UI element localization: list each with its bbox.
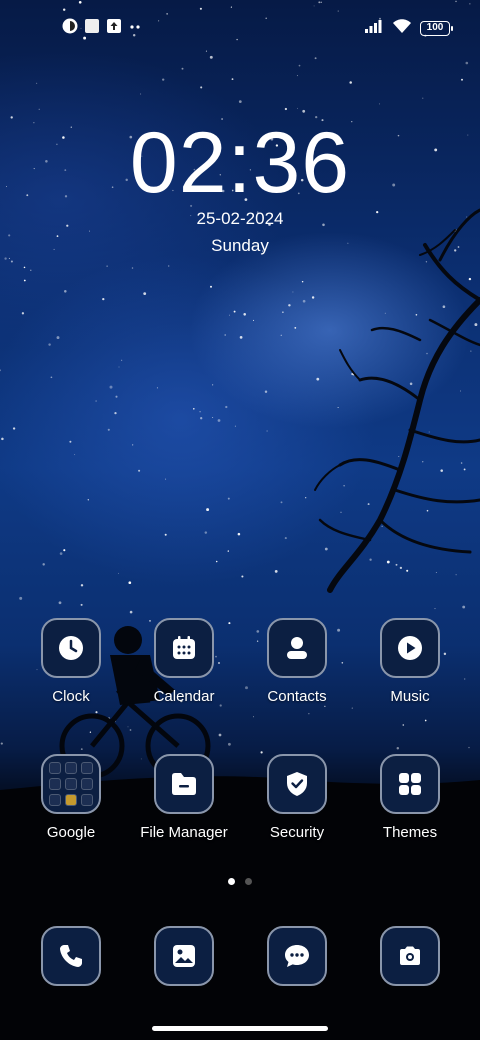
- page-dot-2[interactable]: [245, 878, 252, 885]
- app-label: Music: [390, 688, 430, 705]
- app-calendar[interactable]: Calendar: [128, 618, 240, 705]
- dock-messages[interactable]: [241, 926, 353, 986]
- battery-icon: 100: [420, 21, 453, 36]
- app-clock[interactable]: Clock: [15, 618, 127, 705]
- contacts-icon[interactable]: [267, 618, 327, 678]
- app-label: Themes: [382, 824, 438, 841]
- dock-phone[interactable]: [15, 926, 127, 986]
- app-themes[interactable]: Themes: [354, 754, 466, 841]
- app-label: Google: [46, 824, 96, 841]
- wifi-icon: [392, 18, 412, 39]
- page-dot-1[interactable]: [228, 878, 235, 885]
- lock-day: Sunday: [211, 236, 269, 255]
- gallery-icon[interactable]: [154, 926, 214, 986]
- tree-silhouette: [314, 208, 480, 593]
- upload-icon: [106, 18, 122, 34]
- messages-icon[interactable]: [267, 926, 327, 986]
- app-label: File Manager: [140, 824, 228, 841]
- app-label: Security: [269, 824, 325, 841]
- dock-gallery[interactable]: [128, 926, 240, 986]
- clock-icon[interactable]: [41, 618, 101, 678]
- calendar-icon[interactable]: [154, 618, 214, 678]
- app-file-manager[interactable]: File Manager: [128, 754, 240, 841]
- folder-icon[interactable]: [154, 754, 214, 814]
- dock-camera[interactable]: [354, 926, 466, 986]
- music-icon[interactable]: [380, 618, 440, 678]
- camera-icon[interactable]: [380, 926, 440, 986]
- app-label: Contacts: [267, 688, 327, 705]
- themes-icon[interactable]: [380, 754, 440, 814]
- status-bar: 100: [0, 0, 480, 56]
- home-gesture-bar[interactable]: [152, 1026, 328, 1031]
- app-contacts[interactable]: Contacts: [241, 618, 353, 705]
- app-notification-icon: [62, 18, 78, 34]
- app-security[interactable]: Security: [241, 754, 353, 841]
- square-notification-icon: [84, 18, 100, 34]
- app-label: Clock: [52, 688, 90, 705]
- more-dots-icon: [128, 18, 144, 34]
- page-indicator[interactable]: [0, 878, 480, 885]
- google-folder-icon[interactable]: [41, 754, 101, 814]
- signal-icon: [364, 18, 384, 39]
- lock-date: 25-02-2024: [196, 209, 284, 228]
- app-label: Calendar: [153, 688, 215, 705]
- lock-time[interactable]: 02:36: [0, 114, 480, 213]
- shield-icon[interactable]: [267, 754, 327, 814]
- app-google-folder[interactable]: Google: [15, 754, 127, 841]
- app-music[interactable]: Music: [354, 618, 466, 705]
- phone-icon[interactable]: [41, 926, 101, 986]
